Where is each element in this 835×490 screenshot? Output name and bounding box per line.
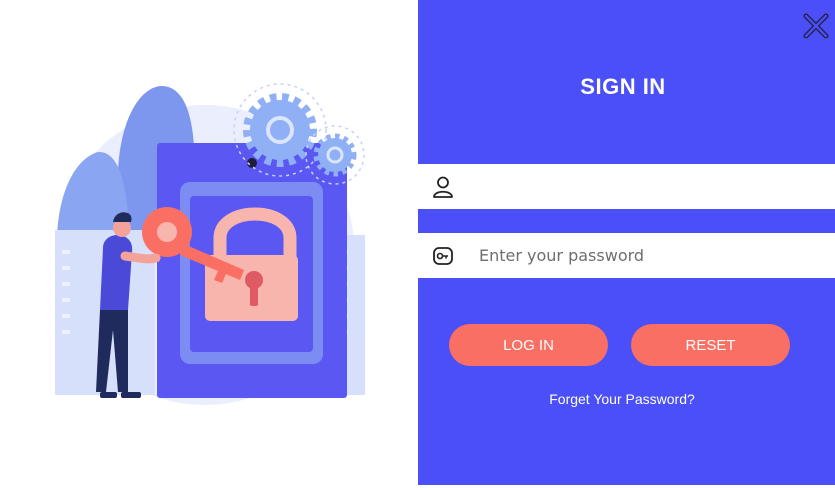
user-icon [418, 164, 468, 209]
security-illustration [0, 0, 418, 485]
password-field[interactable] [418, 233, 835, 278]
key-icon [418, 233, 468, 278]
sign-in-title: SIGN IN [580, 74, 666, 99]
log-in-button[interactable]: LOG IN [449, 324, 608, 366]
forgot-password-link[interactable]: Forget Your Password? [418, 391, 826, 407]
sign-in-panel: SIGN IN LOG IN RESET Forget Your Passwor… [418, 0, 835, 485]
password-input[interactable] [468, 234, 835, 277]
reset-button[interactable]: RESET [631, 324, 790, 366]
username-field[interactable] [418, 164, 835, 209]
close-icon[interactable] [803, 13, 829, 39]
username-input[interactable] [468, 165, 835, 208]
